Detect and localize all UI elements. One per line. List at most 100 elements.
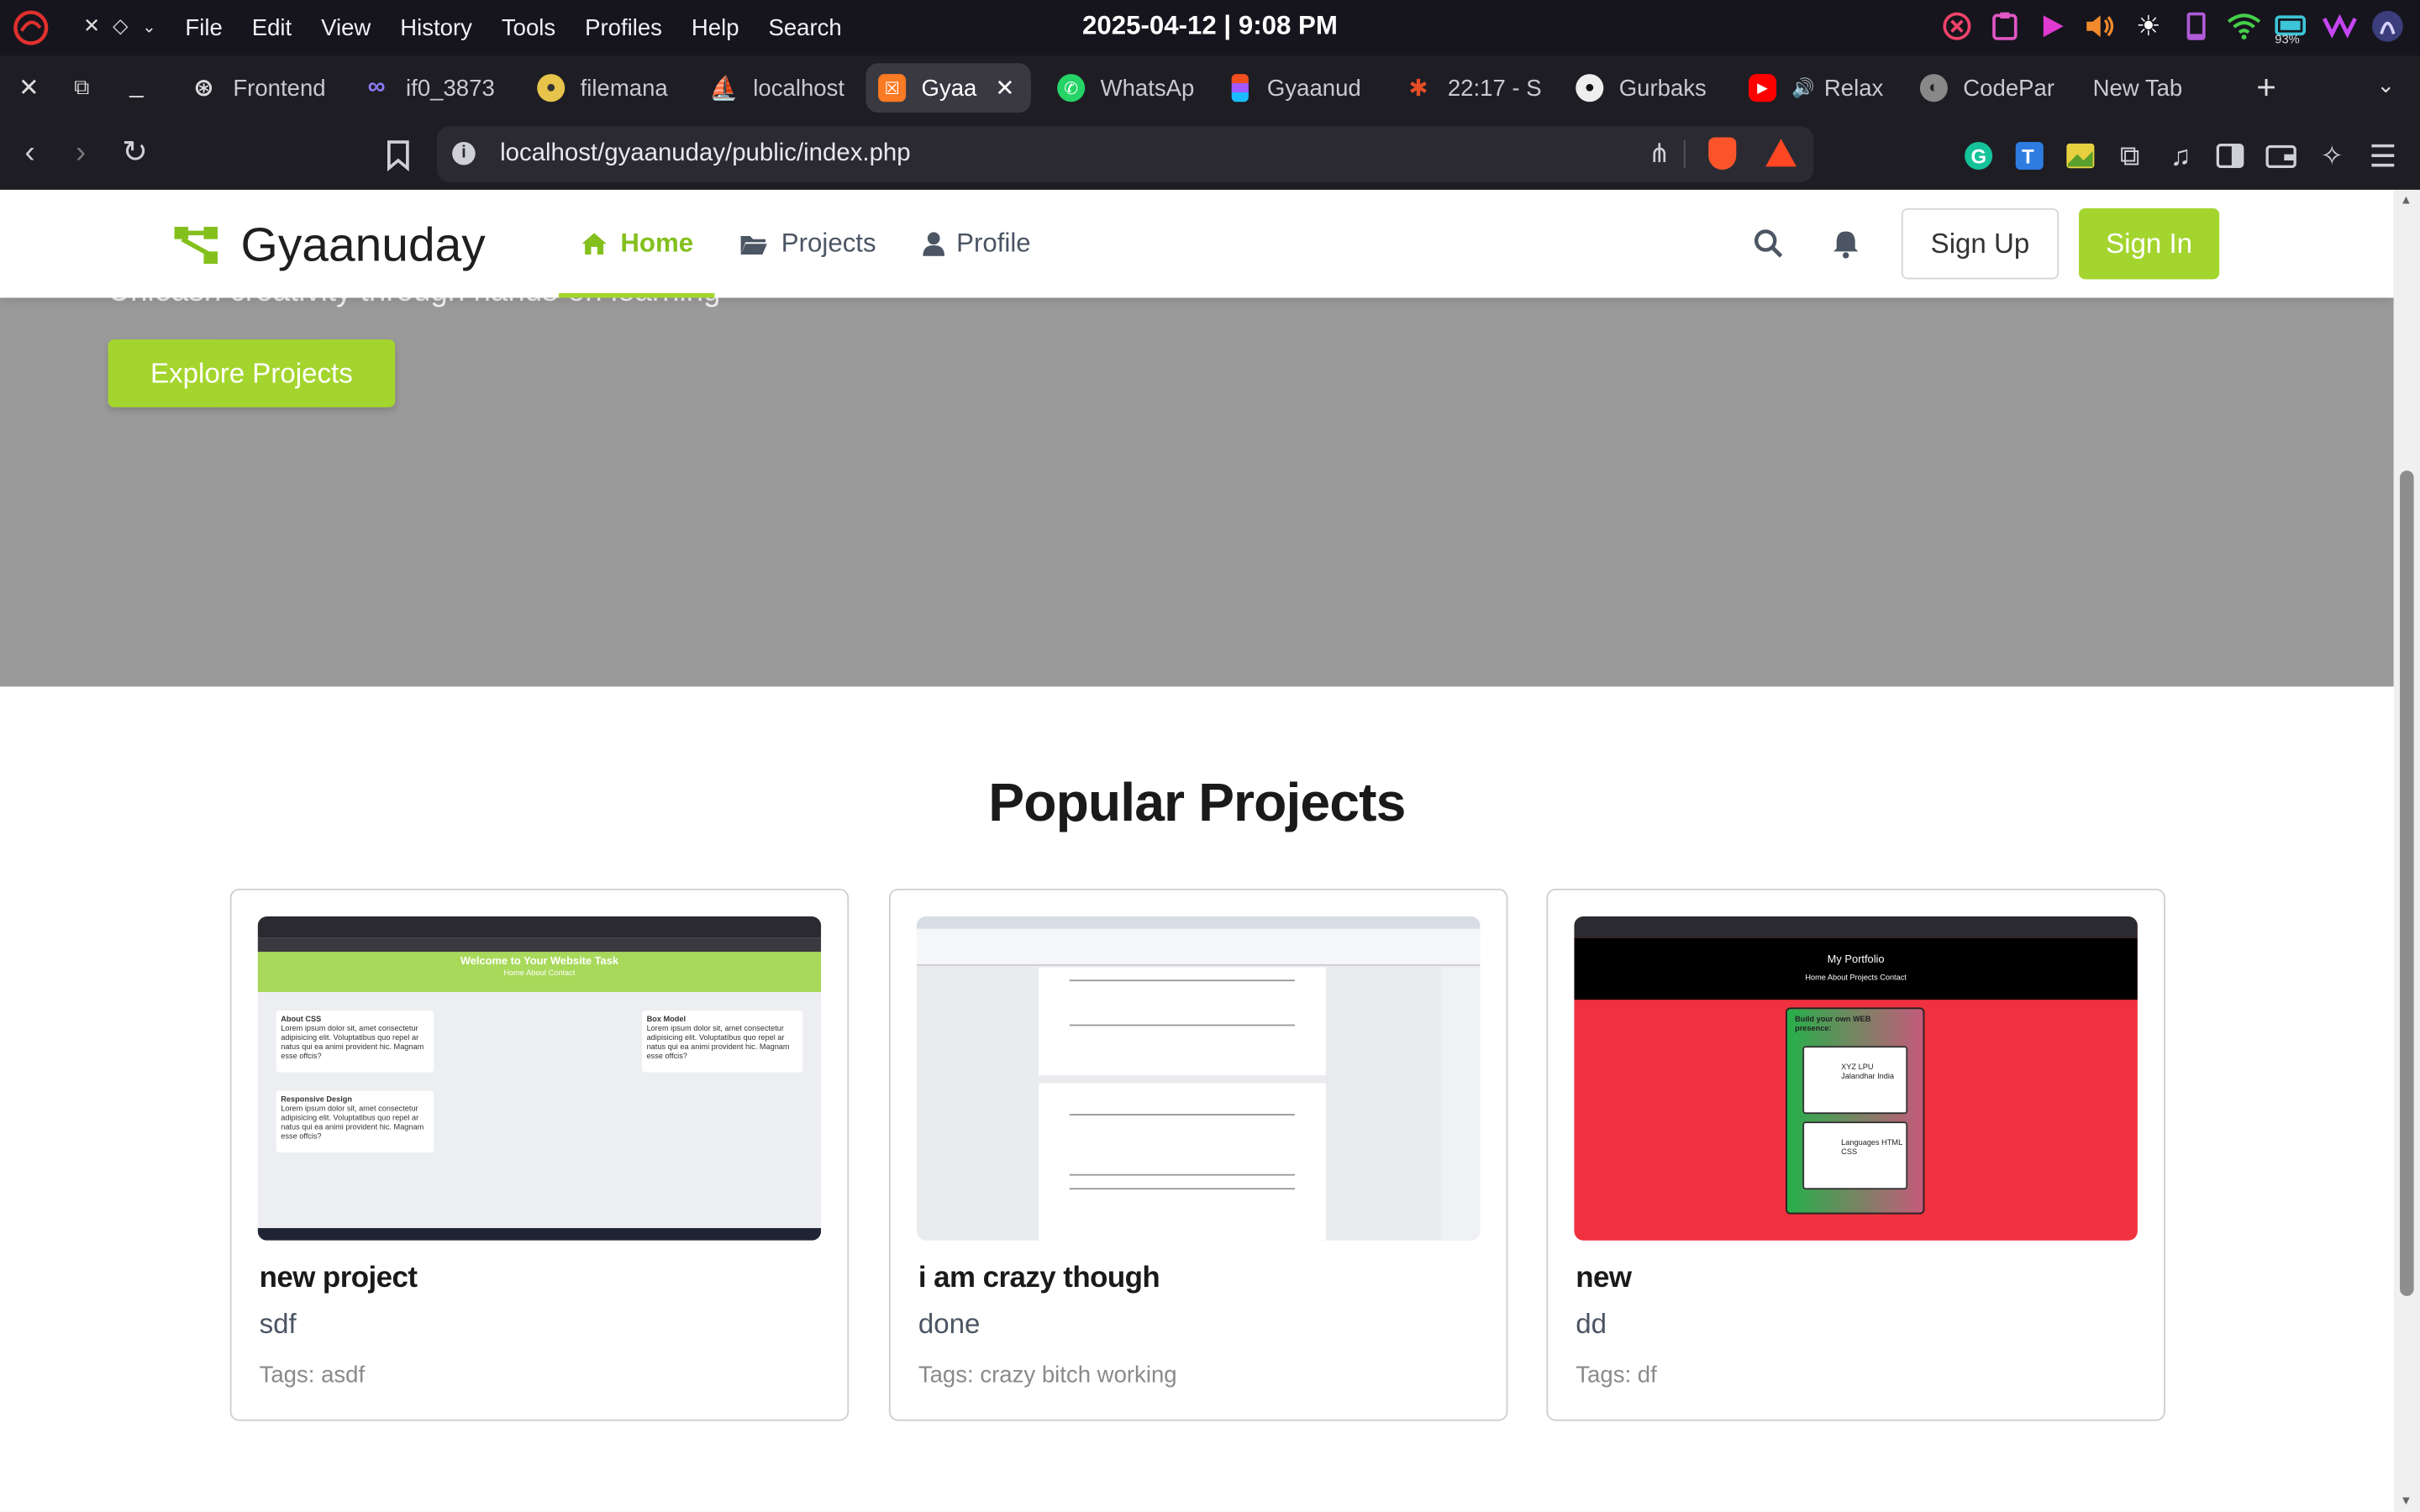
wallet-icon[interactable] (2264, 139, 2297, 172)
project-title[interactable]: i am crazy though (918, 1262, 1160, 1295)
project-card[interactable]: Welcome to Your Website Task Home About … (229, 888, 850, 1421)
float-window-icon[interactable]: ◇ (113, 14, 128, 39)
brightness-icon[interactable]: ☀ (2131, 9, 2165, 43)
menu-profiles[interactable]: Profiles (585, 14, 662, 40)
close-tab-icon[interactable]: ✕ (995, 74, 1014, 102)
figma-icon (1231, 74, 1249, 102)
youtube-icon: ▶ (1748, 74, 1777, 102)
nav-home[interactable]: Home (558, 194, 715, 298)
thumb-browser-bar (257, 916, 822, 938)
tab-youtube[interactable]: ▶ 🔊 Relax (1736, 63, 1891, 113)
vs-icon[interactable] (2323, 9, 2357, 43)
hamburger-menu-icon[interactable]: ☰ (2366, 139, 2400, 173)
distro-logo-icon[interactable] (13, 9, 50, 46)
wifi-icon[interactable] (2227, 9, 2261, 43)
project-title[interactable]: new (1576, 1262, 1632, 1295)
new-tab-plus-icon[interactable]: + (2256, 68, 2276, 108)
thumb1-box: Box Model Lorem ipsum dolor sit, amet con… (642, 1011, 803, 1073)
play-icon[interactable] (2036, 9, 2070, 43)
menu-view[interactable]: View (321, 14, 371, 40)
menu-history[interactable]: History (400, 14, 472, 40)
speaker-icon[interactable]: 🔊 (1791, 77, 1814, 99)
nav-profile[interactable]: Profile (901, 190, 1052, 298)
tab-new-tab[interactable]: New Tab (2081, 63, 2235, 113)
grammarly-icon[interactable]: G (1961, 139, 1995, 172)
nav-projects[interactable]: Projects (718, 190, 897, 298)
menu-file[interactable]: File (185, 14, 222, 40)
tab-localhost[interactable]: ⛵ localhost (697, 63, 852, 113)
window-menu-chevron-icon[interactable]: ⌄ (142, 17, 156, 37)
tab-list-chevron-icon[interactable]: ⌄ (2377, 72, 2396, 98)
address-bar[interactable]: i localhost/gyaanuday/public/index.php ⋔ (436, 126, 1814, 182)
nav-profile-label: Profile (956, 228, 1031, 258)
image-extension-icon[interactable] (2064, 139, 2097, 172)
thumb-doc-page (1039, 967, 1326, 1076)
thumb-footer (257, 1228, 822, 1241)
thumb3-heading: My Portfolio (1827, 954, 1885, 966)
scroll-up-icon[interactable]: ▲ (2400, 193, 2412, 207)
page-scrollbar[interactable]: ▲ ▼ (2393, 189, 2420, 1512)
project-description: sdf (259, 1308, 297, 1340)
sign-up-button[interactable]: Sign Up (1901, 207, 2060, 280)
whatsapp-icon: ✆ (1057, 74, 1086, 102)
tab-github[interactable]: ● Gurbaks (1564, 63, 1718, 113)
leo-ai-icon[interactable]: ✧ (2315, 139, 2349, 172)
phone-icon[interactable] (2179, 9, 2212, 43)
thumb-doc-sidebar (1441, 967, 1481, 1241)
explore-projects-button[interactable]: Explore Projects (108, 339, 396, 407)
close-window-icon[interactable]: ✕ (83, 14, 100, 39)
bookmark-icon[interactable] (386, 140, 410, 171)
search-icon[interactable] (1750, 225, 1787, 262)
brave-rewards-icon[interactable] (1765, 139, 1797, 167)
close-circle-icon[interactable] (1940, 9, 1974, 43)
project-thumbnail[interactable] (916, 916, 1481, 1241)
back-icon[interactable]: ‹ (24, 136, 34, 171)
thumb3-panel: Build your own WEB presence: XYZ LPU Jal… (1786, 1007, 1925, 1215)
site-info-icon[interactable]: i (452, 141, 476, 165)
tab-whatsapp[interactable]: ✆ WhatsAp (1044, 63, 1199, 113)
tab-sheet[interactable]: ✱ 22:17 - S (1392, 63, 1547, 113)
thumb3-panel-title: Build your own WEB presence: (1795, 1015, 1871, 1034)
project-card[interactable]: My Portfolio Home About Projects Contact… (1546, 888, 2165, 1421)
sidebar-toggle-icon[interactable] (2213, 139, 2247, 172)
forward-icon[interactable]: › (76, 136, 86, 171)
tab-figma[interactable]: Gyaanud (1219, 63, 1374, 113)
url-text[interactable]: localhost/gyaanuday/public/index.php (500, 140, 911, 168)
tab-filemanager[interactable]: ● filemana (524, 63, 679, 113)
sign-in-button[interactable]: Sign In (2079, 207, 2220, 280)
brave-shields-icon[interactable] (1708, 137, 1737, 171)
volume-icon[interactable] (2084, 9, 2118, 43)
thumb-doc-tabs (916, 916, 1481, 929)
project-card[interactable]: i am crazy though done Tags: crazy bitch… (888, 888, 1508, 1421)
scrollbar-thumb[interactable] (2400, 470, 2414, 1296)
clipboard-icon[interactable] (1988, 9, 2022, 43)
tab-if0[interactable]: ∞ if0_3873 (350, 63, 505, 113)
site-header: Gyaanuday Home Projects Profile Sign Up … (0, 189, 2394, 298)
music-note-icon[interactable]: ♫ (2164, 139, 2197, 172)
close-browser-icon[interactable]: ✕ (18, 72, 39, 103)
tab-gyaanuday-active[interactable]: ☒ Gyaa ✕ (865, 63, 1031, 113)
menu-edit[interactable]: Edit (252, 14, 292, 40)
translate-icon[interactable]: T (2012, 139, 2046, 172)
project-thumbnail[interactable]: My Portfolio Home About Projects Contact… (1574, 916, 2138, 1241)
extensions-puzzle-icon[interactable]: ⧉ (2112, 139, 2146, 172)
minimize-window-icon[interactable]: _ (129, 72, 143, 100)
project-title[interactable]: new project (260, 1262, 418, 1295)
tab-codepen[interactable]: ◐ CodePar (1907, 63, 2062, 113)
menu-search[interactable]: Search (768, 14, 841, 40)
tab-frontend[interactable]: ⊛ Frontend (177, 63, 332, 113)
share-icon[interactable]: ⋔ (1649, 139, 1670, 170)
reload-icon[interactable]: ↻ (122, 133, 148, 171)
bell-icon[interactable] (1828, 225, 1865, 262)
thumb-doc-toolbar (916, 928, 1481, 966)
project-thumbnail[interactable]: Welcome to Your Website Task Home About … (257, 916, 822, 1241)
menu-tools[interactable]: Tools (502, 14, 555, 40)
avatar-icon[interactable] (2370, 9, 2404, 43)
menu-help[interactable]: Help (692, 14, 739, 40)
restore-window-icon[interactable]: ⧉ (74, 74, 89, 100)
scroll-down-icon[interactable]: ▼ (2400, 1494, 2412, 1508)
brand-logo[interactable]: Gyaanuday (173, 218, 486, 273)
thumb3-nav: Home About Projects Contact (1805, 973, 1907, 983)
filemanager-icon: ● (537, 74, 566, 102)
battery-icon[interactable]: 93% (2275, 9, 2308, 46)
